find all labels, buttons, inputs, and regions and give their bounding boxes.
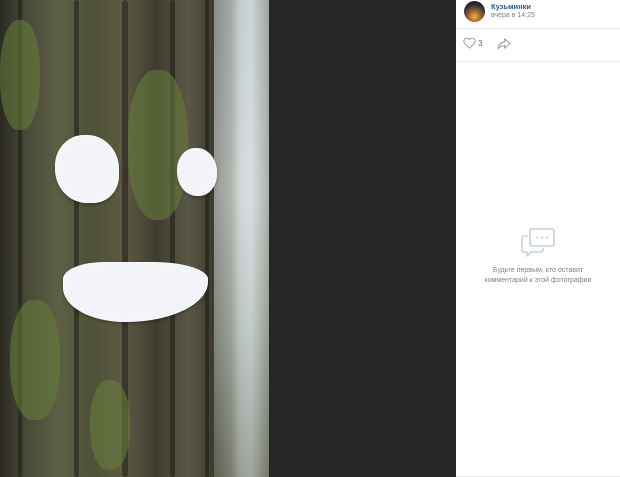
moss-patch	[10, 300, 60, 420]
empty-comments-text: Будьте первым, кто оставит комментарий к…	[484, 267, 592, 284]
snow-smile	[63, 262, 208, 322]
bark-crack	[205, 0, 209, 477]
moss-patch	[90, 380, 130, 470]
comments-empty-state: Будьте первым, кто оставит комментарий к…	[456, 228, 620, 286]
photo[interactable]	[0, 0, 269, 477]
moss-patch	[128, 70, 188, 220]
like-count: 3	[478, 39, 483, 48]
snow-right-eye	[177, 148, 217, 196]
post-header: Кузьминки вчера в 14:25	[456, 0, 620, 30]
share-button[interactable]	[497, 37, 511, 51]
post-actions: 3	[456, 29, 620, 61]
side-panel: Кузьминки вчера в 14:25 3 Будьте первым,…	[456, 0, 620, 477]
divider	[456, 61, 620, 62]
viewer-dark-area	[269, 0, 456, 477]
comments-bubbles-icon	[521, 228, 555, 257]
snow-left-eye	[55, 135, 119, 203]
moss-patch	[0, 20, 40, 130]
bark-crack	[74, 0, 79, 477]
share-arrow-icon	[497, 38, 511, 50]
bark-crack	[170, 0, 175, 477]
photo-viewer	[0, 0, 456, 477]
post-time[interactable]: вчера в 14:25	[491, 12, 535, 19]
like-button[interactable]: 3	[463, 37, 491, 51]
heart-icon	[463, 37, 476, 49]
background-sky	[214, 0, 269, 477]
author-link[interactable]: Кузьминки	[491, 2, 531, 11]
avatar[interactable]	[464, 1, 485, 22]
